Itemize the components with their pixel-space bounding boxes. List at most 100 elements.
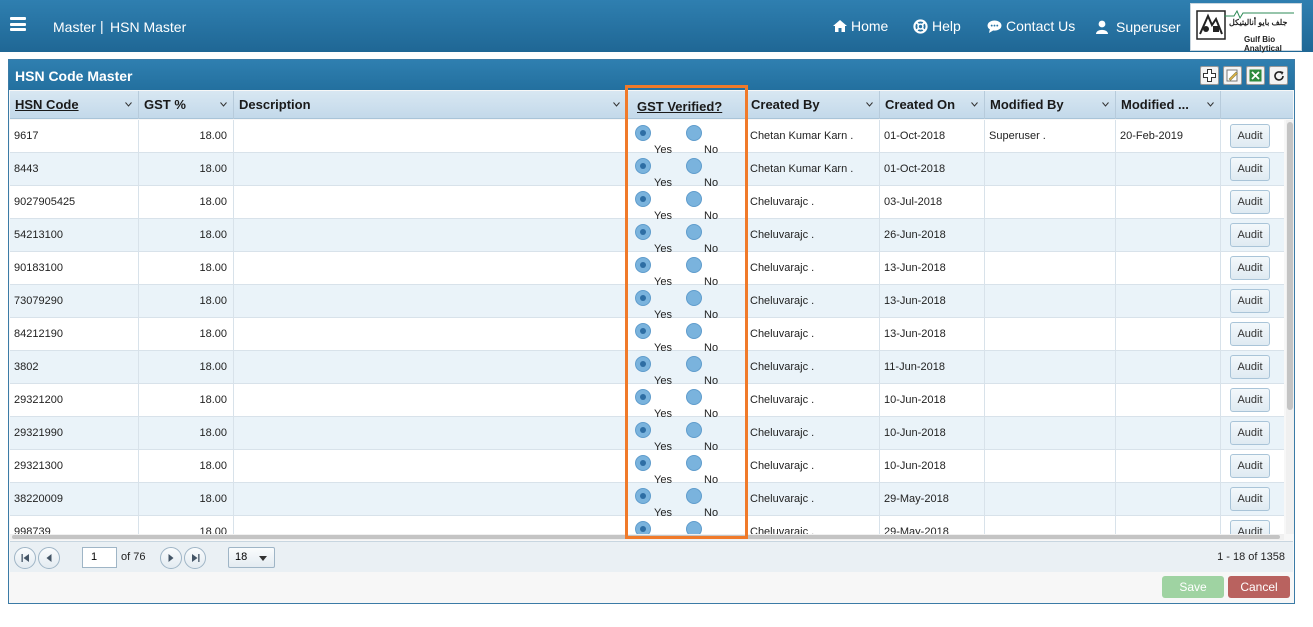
table-row[interactable]: 3802 18.00 Yes No Cheluvarajc . 11-Jun-2018 Au…: [10, 351, 1284, 384]
chevron-down-icon[interactable]: [125, 102, 132, 107]
audit-button[interactable]: Audit: [1230, 124, 1270, 148]
logo-arabic-text: جلف بايو أناليتيكل: [1229, 18, 1288, 27]
radio-label-yes: Yes: [654, 276, 672, 285]
gst-verified-no-radio[interactable]: [686, 323, 702, 339]
last-page-button[interactable]: [184, 547, 206, 569]
breadcrumb-master[interactable]: Master: [53, 19, 96, 35]
page-size-select[interactable]: 18: [228, 547, 275, 568]
nav-help-link[interactable]: Help: [913, 18, 961, 34]
next-page-button[interactable]: [160, 547, 182, 569]
table-row[interactable]: 9617 18.00 Yes No Chetan Kumar Karn . 01-Oct-…: [10, 120, 1284, 153]
gst-verified-yes-radio[interactable]: [635, 191, 651, 207]
audit-button[interactable]: Audit: [1230, 355, 1270, 379]
gst-verified-no-radio[interactable]: [686, 521, 702, 534]
column-header-description[interactable]: Description: [234, 91, 627, 119]
gst-verified-yes-radio[interactable]: [635, 323, 651, 339]
cell-gst: 18.00: [139, 153, 234, 186]
page-number-input[interactable]: 1: [82, 547, 117, 568]
audit-button[interactable]: Audit: [1230, 487, 1270, 511]
table-row[interactable]: 38220009 18.00 Yes No Cheluvarajc . 29-May-20…: [10, 483, 1284, 516]
audit-button[interactable]: Audit: [1230, 190, 1270, 214]
cell-hsn: 3802: [10, 351, 139, 384]
table-row[interactable]: 84212190 18.00 Yes No Cheluvarajc . 13-Jun-20…: [10, 318, 1284, 351]
panel-title: HSN Code Master: [15, 68, 133, 84]
table-row[interactable]: 54213100 18.00 Yes No Cheluvarajc . 26-Jun-20…: [10, 219, 1284, 252]
column-header-gst-verified[interactable]: GST Verified?: [627, 91, 746, 119]
column-header-modified-on[interactable]: Modified ...: [1116, 91, 1221, 119]
table-row[interactable]: 9027905425 18.00 Yes No Cheluvarajc . 03-Jul-…: [10, 186, 1284, 219]
gst-verified-yes-radio[interactable]: [635, 422, 651, 438]
gst-verified-yes-radio[interactable]: [635, 488, 651, 504]
cell-gst-verified: Yes No: [627, 450, 746, 483]
record-range-text: 1 - 18 of 1358: [1217, 551, 1285, 563]
refresh-button[interactable]: [1269, 66, 1288, 85]
hamburger-menu-icon[interactable]: [10, 17, 26, 31]
export-excel-button[interactable]: [1246, 66, 1265, 85]
audit-button[interactable]: Audit: [1230, 289, 1270, 313]
gst-verified-no-radio[interactable]: [686, 191, 702, 207]
column-header-label: Created By: [751, 97, 820, 112]
cancel-button[interactable]: Cancel: [1228, 576, 1290, 598]
gst-verified-no-radio[interactable]: [686, 422, 702, 438]
table-row[interactable]: 29321200 18.00 Yes No Cheluvarajc . 10-Jun-20…: [10, 384, 1284, 417]
table-row[interactable]: 90183100 18.00 Yes No Cheluvarajc . 13-Jun-20…: [10, 252, 1284, 285]
gst-verified-no-radio[interactable]: [686, 488, 702, 504]
cell-hsn: 9027905425: [10, 186, 139, 219]
cell-gst: 18.00: [139, 318, 234, 351]
gst-verified-yes-radio[interactable]: [635, 290, 651, 306]
column-header-created-on[interactable]: Created On: [880, 91, 985, 119]
gst-verified-yes-radio[interactable]: [635, 158, 651, 174]
chevron-down-icon[interactable]: [613, 102, 620, 107]
chevron-down-icon[interactable]: [220, 102, 227, 107]
gst-verified-yes-radio[interactable]: [635, 521, 651, 534]
previous-page-button[interactable]: [38, 547, 60, 569]
column-header-hsn-code[interactable]: HSN Code: [10, 91, 139, 119]
horizontal-scrollbar[interactable]: [10, 534, 1284, 540]
gst-verified-yes-radio[interactable]: [635, 257, 651, 273]
chevron-down-icon[interactable]: [1207, 102, 1214, 107]
audit-button[interactable]: Audit: [1230, 454, 1270, 478]
vertical-scrollbar[interactable]: [1286, 120, 1294, 534]
first-page-button[interactable]: [14, 547, 36, 569]
gst-verified-no-radio[interactable]: [686, 389, 702, 405]
audit-button[interactable]: Audit: [1230, 223, 1270, 247]
audit-button[interactable]: Audit: [1230, 322, 1270, 346]
nav-home-link[interactable]: Home: [833, 18, 888, 34]
audit-button[interactable]: Audit: [1230, 388, 1270, 412]
chevron-down-icon[interactable]: [971, 102, 978, 107]
gst-verified-no-radio[interactable]: [686, 224, 702, 240]
column-header-modified-by[interactable]: Modified By: [985, 91, 1116, 119]
gst-verified-no-radio[interactable]: [686, 290, 702, 306]
audit-button[interactable]: Audit: [1230, 256, 1270, 280]
gst-verified-no-radio[interactable]: [686, 158, 702, 174]
gst-verified-no-radio[interactable]: [686, 257, 702, 273]
audit-button[interactable]: Audit: [1230, 157, 1270, 181]
audit-button[interactable]: Audit: [1230, 421, 1270, 445]
gst-verified-yes-radio[interactable]: [635, 389, 651, 405]
column-header-gst-percent[interactable]: GST %: [139, 91, 234, 119]
audit-button[interactable]: Audit: [1230, 520, 1270, 534]
horizontal-scrollbar-thumb[interactable]: [12, 535, 1280, 539]
nav-contact-link[interactable]: Contact Us: [987, 18, 1075, 34]
table-row[interactable]: 8443 18.00 Yes No Chetan Kumar Karn . 01-Oct-…: [10, 153, 1284, 186]
chevron-down-icon[interactable]: [1102, 102, 1109, 107]
table-row[interactable]: 99873918.00 YesNoCheluvarajc .29-May-2018…: [10, 516, 1284, 534]
gst-verified-yes-radio[interactable]: [635, 224, 651, 240]
gst-verified-yes-radio[interactable]: [635, 455, 651, 471]
table-row[interactable]: 29321990 18.00 Yes No Cheluvarajc . 10-Jun-20…: [10, 417, 1284, 450]
gst-verified-yes-radio[interactable]: [635, 125, 651, 141]
edit-record-button[interactable]: [1223, 66, 1242, 85]
save-button[interactable]: Save: [1162, 576, 1224, 598]
table-row[interactable]: 73079290 18.00 Yes No Cheluvarajc . 13-Jun-20…: [10, 285, 1284, 318]
cell-hsn: 8443: [10, 153, 139, 186]
gst-verified-yes-radio[interactable]: [635, 356, 651, 372]
column-header-created-by[interactable]: Created By: [746, 91, 880, 119]
add-record-button[interactable]: [1200, 66, 1219, 85]
user-menu[interactable]: Superuser: [1096, 19, 1181, 35]
gst-verified-no-radio[interactable]: [686, 356, 702, 372]
vertical-scrollbar-thumb[interactable]: [1287, 122, 1293, 410]
gst-verified-no-radio[interactable]: [686, 455, 702, 471]
gst-verified-no-radio[interactable]: [686, 125, 702, 141]
table-row[interactable]: 29321300 18.00 Yes No Cheluvarajc . 10-Jun-20…: [10, 450, 1284, 483]
chevron-down-icon[interactable]: [866, 102, 873, 107]
